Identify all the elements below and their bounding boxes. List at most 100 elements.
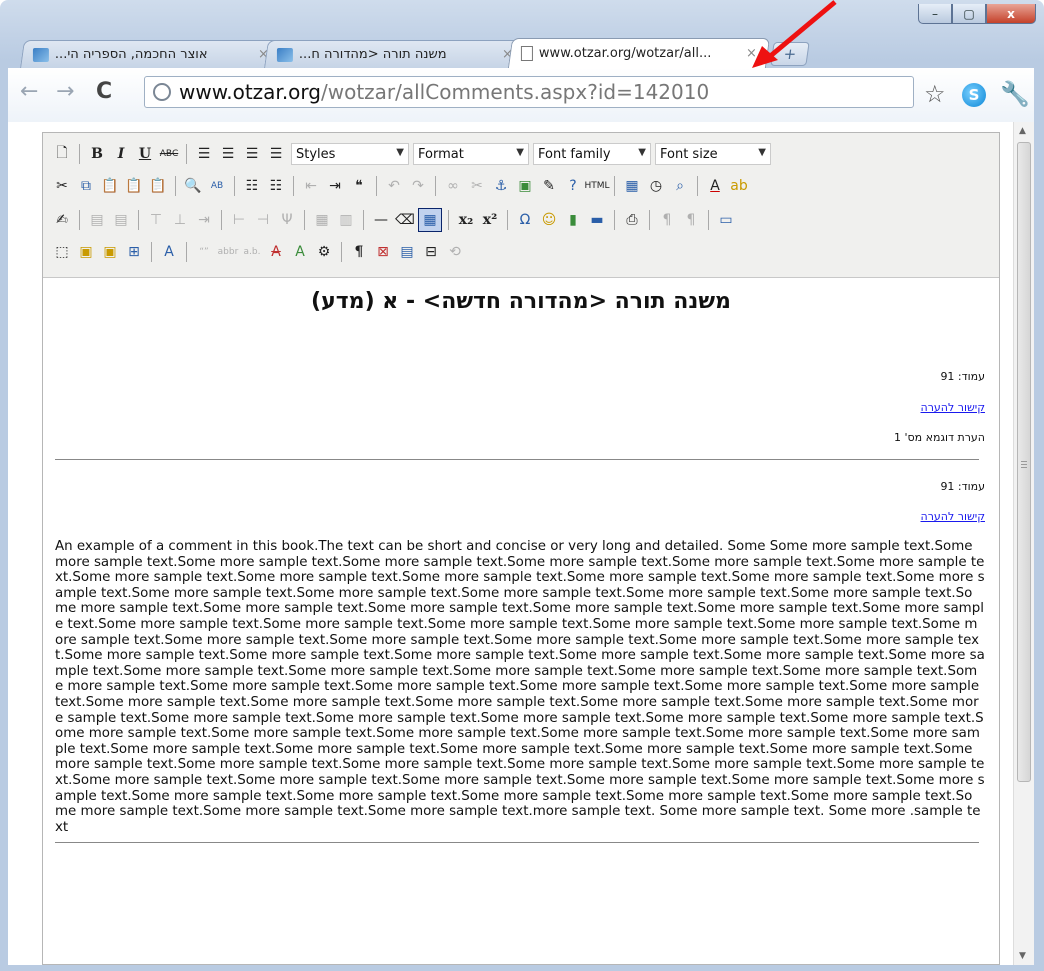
rtl-icon[interactable]: ¶ [680, 209, 702, 231]
attributes-icon[interactable]: ⚙ [313, 241, 335, 263]
acronym-icon[interactable]: a.b. [241, 241, 263, 263]
paste-text-icon[interactable]: 📋 [123, 175, 145, 197]
styles-dropdown[interactable]: Styles ▼ [291, 143, 409, 165]
delete-row-icon[interactable]: ⇥ [193, 209, 215, 231]
insert-col-before-icon[interactable]: ⊢ [228, 209, 250, 231]
replace-icon[interactable]: AB [206, 175, 228, 197]
align-justify-icon[interactable]: ☰ [265, 143, 287, 165]
html-source-button[interactable]: HTML [584, 175, 609, 197]
insert-date-icon[interactable]: ▦ [621, 175, 643, 197]
reload-button[interactable]: C [96, 79, 112, 104]
text-color-icon[interactable]: A [704, 175, 726, 197]
insert-text-icon[interactable]: A [289, 241, 311, 263]
preview-icon[interactable]: ⌕ [669, 175, 691, 197]
numbered-list-icon[interactable]: ☷ [265, 175, 287, 197]
vertical-scrollbar[interactable]: ▲ ▼ [1013, 122, 1034, 965]
abbr-icon[interactable]: abbr [217, 241, 239, 263]
scroll-down-icon[interactable]: ▼ [1019, 951, 1026, 961]
editor-content[interactable]: משנה תורה <מהדורה חדשה> - א (מדע) עמוד: … [43, 277, 999, 964]
forward-button[interactable]: → [56, 79, 74, 104]
tab-mishne-torah[interactable]: משנה תורה <מהדורה ח... × [264, 40, 526, 68]
table-icon[interactable]: ▦ [418, 208, 442, 232]
new-document-icon[interactable]: 🗋 [51, 143, 73, 165]
tab-close-icon[interactable]: × [746, 46, 757, 61]
background-color-icon[interactable]: ab [728, 175, 750, 197]
cut-icon[interactable]: ✂ [51, 175, 73, 197]
insert-row-before-icon[interactable]: ⊤ [145, 209, 167, 231]
bullet-list-icon[interactable]: ☷ [241, 175, 263, 197]
subscript-icon[interactable]: x₂ [455, 209, 477, 231]
comment-link[interactable]: קישור להערה [921, 401, 985, 414]
comment-link[interactable]: קישור להערה [921, 510, 985, 523]
absolute-position-icon[interactable]: ⊞ [123, 241, 145, 263]
remove-format-icon[interactable]: ⌫ [394, 209, 416, 231]
restore-draft-icon[interactable]: ⟲ [444, 241, 466, 263]
scroll-up-icon[interactable]: ▲ [1019, 126, 1026, 136]
close-window-button[interactable]: x [986, 4, 1036, 24]
split-cells-icon[interactable]: ▦ [311, 209, 333, 231]
table-row-props-icon[interactable]: ▤ [86, 209, 108, 231]
merge-cells-icon[interactable]: ▥ [335, 209, 357, 231]
visual-chars-icon[interactable]: ¶ [348, 241, 370, 263]
page-break-icon[interactable]: ⊟ [420, 241, 442, 263]
ltr-icon[interactable]: ¶ [656, 209, 678, 231]
delete-text-icon[interactable]: A [265, 241, 287, 263]
skype-extension-icon[interactable]: S [962, 83, 986, 107]
bold-button[interactable]: B [86, 143, 108, 165]
tab-otzar-hachochma[interactable]: אוצר החכמה, הספריה הי... × [20, 40, 282, 68]
wrench-menu-icon[interactable]: 🔧 [1000, 80, 1030, 108]
cite-icon[interactable]: “” [193, 241, 215, 263]
new-tab-button[interactable]: + [770, 42, 810, 66]
unlink-icon[interactable]: ✂ [466, 175, 488, 197]
nonbreaking-icon[interactable]: ⊠ [372, 241, 394, 263]
copy-icon[interactable]: ⧉ [75, 175, 97, 197]
insert-layer-icon[interactable]: ⬚ [51, 241, 73, 263]
blockquote-icon[interactable]: ❝ [348, 175, 370, 197]
outdent-icon[interactable]: ⇤ [300, 175, 322, 197]
special-char-icon[interactable]: Ω [514, 209, 536, 231]
bookmark-star-icon[interactable]: ☆ [924, 80, 946, 108]
address-bar[interactable]: www.otzar.org/wotzar/allComments.aspx?id… [144, 76, 914, 108]
print-icon[interactable]: ⎙ [621, 209, 643, 231]
minimize-button[interactable]: – [918, 4, 952, 24]
move-backward-icon[interactable]: ▣ [99, 241, 121, 263]
redo-icon[interactable]: ↷ [407, 175, 429, 197]
insert-time-icon[interactable]: ◷ [645, 175, 667, 197]
underline-button[interactable]: U [134, 143, 156, 165]
maximize-button[interactable]: ▢ [952, 4, 986, 24]
horizontal-rule-icon[interactable]: — [370, 209, 392, 231]
template-icon[interactable]: ▤ [396, 241, 418, 263]
image-icon[interactable]: ▣ [514, 175, 536, 197]
undo-icon[interactable]: ↶ [383, 175, 405, 197]
insert-row-after-icon[interactable]: ⊥ [169, 209, 191, 231]
font-family-dropdown[interactable]: Font family ▼ [533, 143, 651, 165]
tab-all-comments[interactable]: www.otzar.org/wotzar/all... × [507, 38, 771, 68]
align-center-icon[interactable]: ☰ [217, 143, 239, 165]
back-button[interactable]: ← [20, 79, 38, 104]
media-icon[interactable]: ▮ [562, 209, 584, 231]
advanced-hr-icon[interactable]: ▬ [586, 209, 608, 231]
table-cell-props-icon[interactable]: ▤ [110, 209, 132, 231]
help-icon[interactable]: ? [562, 175, 584, 197]
cleanup-icon[interactable]: ✎ [538, 175, 560, 197]
link-icon[interactable]: ∞ [442, 175, 464, 197]
edit-css-icon[interactable]: ✍ [51, 209, 73, 231]
delete-col-icon[interactable]: Ψ [276, 209, 298, 231]
indent-icon[interactable]: ⇥ [324, 175, 346, 197]
styleprops-icon[interactable]: A [158, 241, 180, 263]
paste-word-icon[interactable]: 📋 [147, 175, 169, 197]
anchor-icon[interactable]: ⚓ [490, 175, 512, 197]
align-right-icon[interactable]: ☰ [241, 143, 263, 165]
fullscreen-icon[interactable]: ▭ [715, 209, 737, 231]
font-size-dropdown[interactable]: Font size ▼ [655, 143, 771, 165]
emoticon-icon[interactable]: ☺ [538, 209, 560, 231]
strikethrough-button[interactable]: ABC [158, 143, 180, 165]
insert-col-after-icon[interactable]: ⊣ [252, 209, 274, 231]
move-forward-icon[interactable]: ▣ [75, 241, 97, 263]
find-icon[interactable]: 🔍 [182, 175, 204, 197]
scrollbar-thumb[interactable] [1017, 142, 1031, 782]
align-left-icon[interactable]: ☰ [193, 143, 215, 165]
format-dropdown[interactable]: Format ▼ [413, 143, 529, 165]
superscript-icon[interactable]: x² [479, 209, 501, 231]
paste-icon[interactable]: 📋 [99, 175, 121, 197]
